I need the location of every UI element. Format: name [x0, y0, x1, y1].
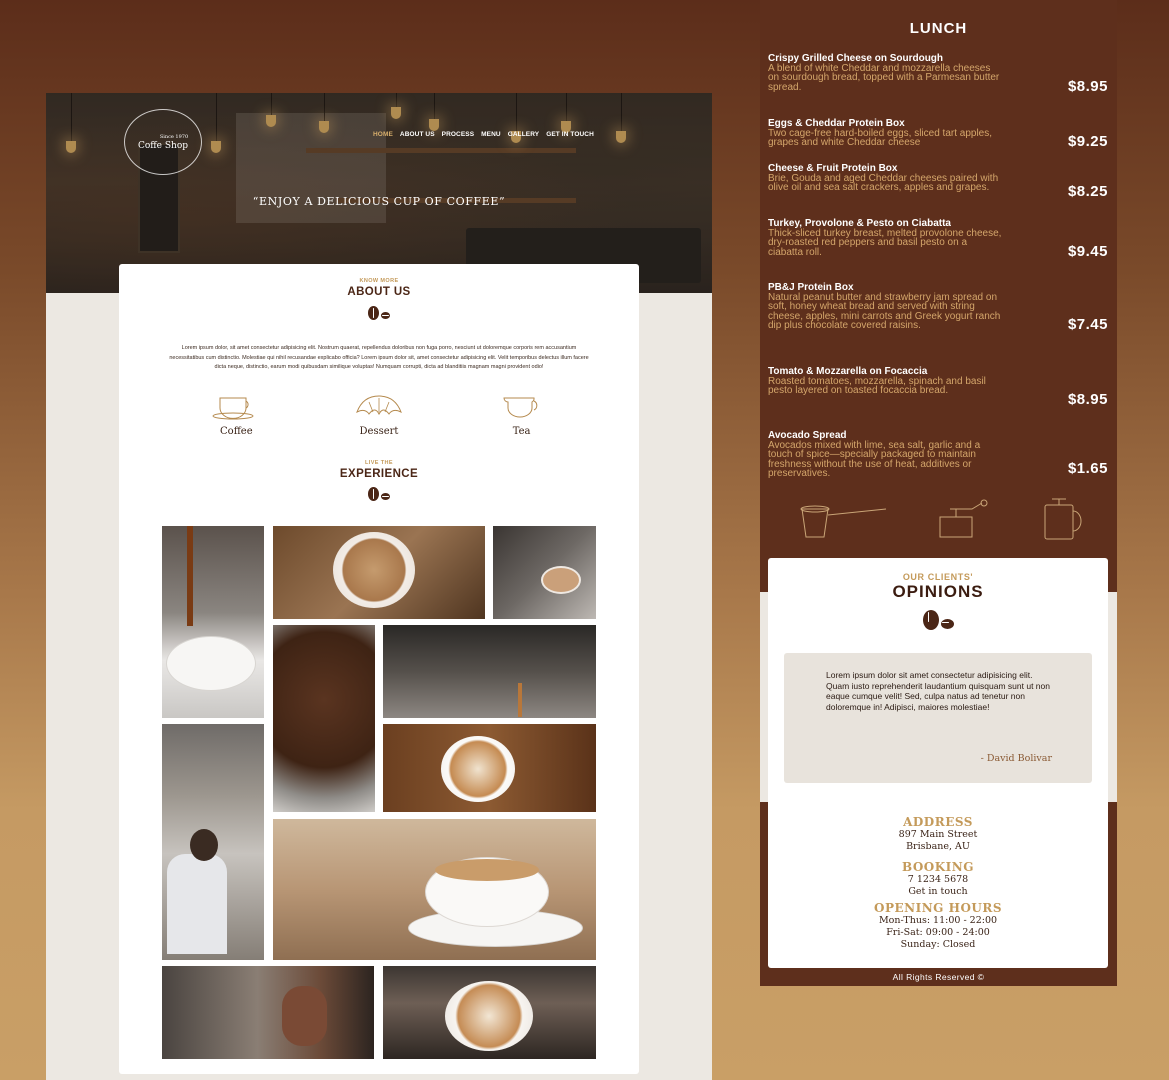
content-card: KNOW MORE ABOUT US Lorem ipsum dolor, si… — [119, 264, 639, 1074]
hero-section: Since 1970 Coffe Shop HOME ABOUT US PROC… — [46, 93, 712, 293]
coffee-beans-icon — [119, 487, 639, 501]
booking-phone[interactable]: 7 1234 5678 — [768, 874, 1108, 886]
experience-title: EXPERIENCE — [339, 468, 419, 480]
feature-coffee-label: Coffee — [220, 426, 253, 437]
menu-page-mockup: LUNCH Crispy Grilled Cheese on Sourdough… — [760, 0, 1117, 986]
menu-item-desc: Two cage-free hard-boiled eggs, sliced t… — [768, 127, 993, 148]
menu-item-desc: Brie, Gouda and aged Cheddar cheeses pai… — [768, 172, 999, 193]
about-title: ABOUT US — [347, 286, 411, 298]
menu-item-price: $8.95 — [1067, 391, 1108, 408]
turkish-coffee-pot-icon — [800, 505, 887, 538]
gallery-photo-cup-saucer[interactable] — [273, 819, 596, 960]
nav-menu[interactable]: MENU — [481, 131, 501, 138]
logo-since: Since 1970 — [159, 133, 189, 140]
opinions-kicker: OUR CLIENTS' — [902, 572, 974, 582]
coffee-cup-icon — [212, 397, 254, 420]
gallery-photo-espresso-bar[interactable] — [162, 966, 374, 1059]
gallery-photo-espresso-machine[interactable] — [383, 625, 596, 718]
address-line-1: 897 Main Street — [898, 829, 978, 840]
menu-item-desc: A blend of white Cheddar and mozzarella … — [768, 62, 1000, 93]
about-body: Lorem ipsum dolor, sit amet consectetur … — [169, 345, 589, 370]
address-line-2: Brisbane, AU — [906, 841, 970, 852]
menu-item[interactable]: Turkey, Provolone & Pesto on Ciabatta Th… — [768, 219, 1108, 260]
coffee-beans-icon — [768, 610, 1108, 630]
booking-get-in-touch[interactable]: Get in touch — [768, 886, 1108, 898]
menu-item-price: $8.95 — [1067, 78, 1108, 95]
menu-item[interactable]: Cheese & Fruit Protein Box Brie, Gouda a… — [768, 164, 1108, 200]
address-title: ADDRESS — [903, 815, 973, 829]
gallery-photo-latte-table[interactable] — [273, 526, 485, 619]
booking-block: BOOKING 7 1234 5678 Get in touch — [768, 860, 1108, 898]
booking-title: BOOKING — [901, 860, 975, 874]
logo-name: Coffe Shop — [137, 140, 189, 151]
menu-item-price: $8.25 — [1067, 183, 1108, 200]
french-press-icon — [1044, 498, 1082, 540]
gallery-photo-milk-pour[interactable] — [493, 526, 596, 619]
testimonial-author: - David Bolivar — [980, 753, 1052, 764]
feature-row: Coffee Dessert Tea — [119, 394, 639, 437]
coffee-beans-icon — [119, 306, 639, 320]
about-kicker: KNOW MORE — [359, 278, 399, 284]
coffee-tools-illustration — [800, 498, 1082, 540]
tea-cup-icon — [503, 397, 537, 418]
footer-copyright: All Rights Reserved © — [892, 972, 985, 982]
menu-item[interactable]: PB&J Protein Box Natural peanut butter a… — [768, 283, 1108, 333]
hours-block: OPENING HOURS Mon-Thus: 11:00 - 22:00 Fr… — [768, 901, 1108, 951]
gallery-photo-barista[interactable] — [162, 724, 264, 960]
hero-tagline: “ENJOY A DELICIOUS CUP OF COFFEE” — [252, 195, 506, 208]
gallery-photo-ground-coffee[interactable] — [273, 625, 375, 812]
site-logo[interactable]: Since 1970 Coffe Shop — [124, 109, 202, 175]
hours-line-3: Sunday: Closed — [900, 939, 976, 950]
feature-tea: Tea — [477, 394, 567, 437]
croissant-icon — [356, 395, 402, 416]
main-nav: HOME ABOUT US PROCESS MENU GALLERY GET I… — [373, 131, 594, 138]
testimonial-text: Lorem ipsum dolor sit amet consectetur a… — [826, 670, 1050, 713]
hours-title: OPENING HOURS — [874, 901, 1002, 915]
nav-gallery[interactable]: GALLERY — [508, 131, 540, 138]
gallery-photo-latte-art[interactable] — [383, 724, 596, 812]
experience-gallery — [162, 526, 596, 1061]
menu-item-price: $9.25 — [1067, 133, 1108, 150]
menu-item-desc: Natural peanut butter and strawberry jam… — [768, 291, 1001, 331]
gallery-photo-pour[interactable] — [162, 526, 264, 718]
opinions-title: OPINIONS — [892, 582, 984, 601]
menu-item-desc: Avocados mixed with lime, sea salt, garl… — [768, 439, 981, 479]
feature-coffee: Coffee — [191, 394, 281, 437]
testimonial: Lorem ipsum dolor sit amet consectetur a… — [784, 653, 1092, 783]
feature-dessert: Dessert — [334, 394, 424, 437]
menu-item[interactable]: Tomato & Mozzarella on Focaccia Roasted … — [768, 367, 1108, 408]
menu-item[interactable]: Crispy Grilled Cheese on Sourdough A ble… — [768, 54, 1108, 95]
menu-item-desc: Roasted tomatoes, mozzarella, spinach an… — [768, 375, 986, 396]
hours-line-2: Fri-Sat: 09:00 - 24:00 — [886, 927, 990, 938]
lunch-title: LUNCH — [909, 20, 968, 37]
feature-tea-label: Tea — [512, 426, 531, 437]
nav-process[interactable]: PROCESS — [442, 131, 475, 138]
coffee-grinder-icon — [939, 499, 988, 538]
menu-item-desc: Thick-sliced turkey breast, melted provo… — [768, 227, 1002, 258]
landing-page-mockup: Since 1970 Coffe Shop HOME ABOUT US PROC… — [46, 93, 712, 1080]
experience-kicker: LIVE THE — [365, 460, 393, 466]
address-block: ADDRESS 897 Main Street Brisbane, AU — [768, 815, 1108, 853]
nav-about[interactable]: ABOUT US — [400, 131, 435, 138]
menu-item[interactable]: Eggs & Cheddar Protein Box Two cage-free… — [768, 119, 1108, 150]
menu-item-price: $1.65 — [1067, 460, 1108, 477]
nav-home[interactable]: HOME — [373, 131, 393, 138]
gallery-photo-latte-pour[interactable] — [383, 966, 596, 1059]
menu-item[interactable]: Avocado Spread Avocados mixed with lime,… — [768, 431, 1108, 479]
hours-line-1: Mon-Thus: 11:00 - 22:00 — [878, 915, 998, 926]
feature-dessert-label: Dessert — [359, 426, 399, 437]
menu-item-price: $7.45 — [1067, 316, 1108, 333]
menu-item-price: $9.45 — [1067, 243, 1108, 260]
opinions-card: OUR CLIENTS' OPINIONS Lorem ipsum dolor … — [768, 558, 1108, 968]
nav-get-in-touch[interactable]: GET IN TOUCH — [546, 131, 594, 138]
